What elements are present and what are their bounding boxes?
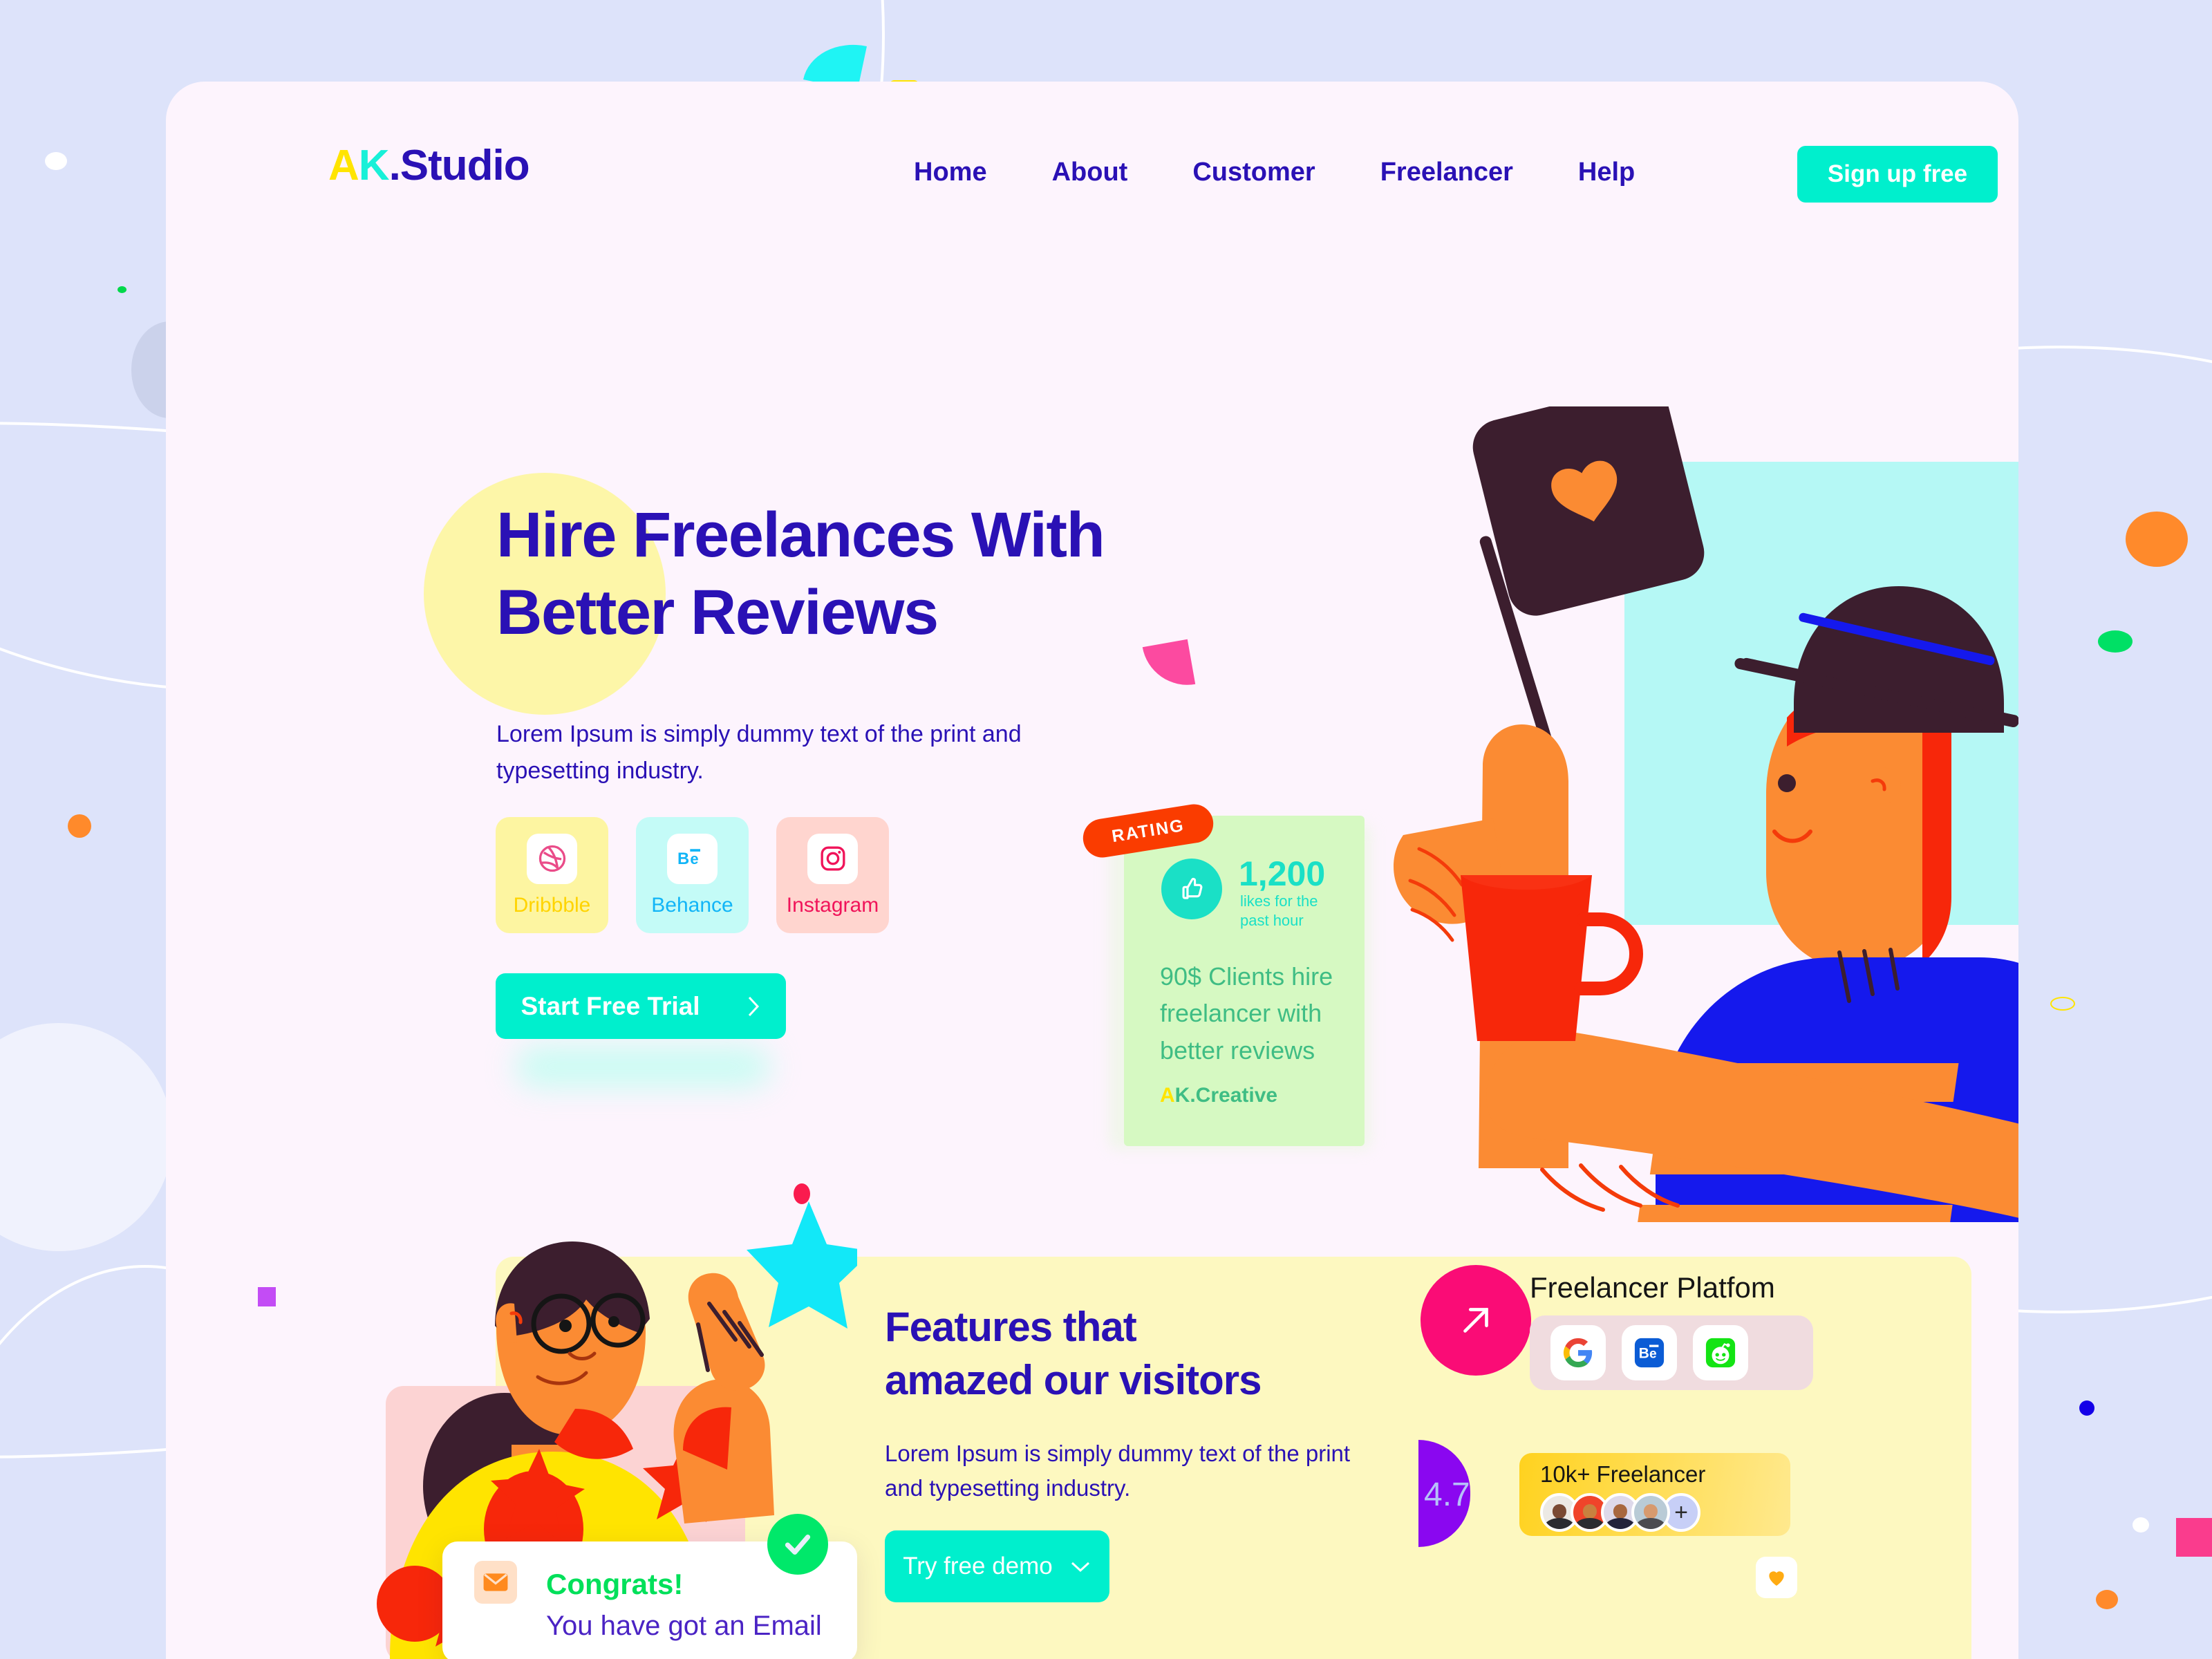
start-free-trial-button[interactable]: Start Free Trial xyxy=(496,973,786,1039)
arrow-up-right-icon xyxy=(1463,1308,1488,1333)
decor-ring-yellow xyxy=(2050,997,2075,1011)
rating-score: 4.7 xyxy=(1424,1477,1470,1513)
hero-title-line2: Better Reviews xyxy=(496,577,939,648)
toast-message: You have got an Email xyxy=(546,1611,822,1641)
logo-letter-a: A xyxy=(328,142,359,189)
social-label-behance: Behance xyxy=(651,893,733,917)
thumbs-up-icon xyxy=(1161,859,1222,919)
reddit-icon[interactable] xyxy=(1693,1325,1748,1380)
rating-body-text: 90$ Clients hire freelancer with better … xyxy=(1160,962,1333,1065)
freelancer-count-label: 10k+ Freelancer xyxy=(1540,1461,1706,1487)
rating-brand-rest: K.Creative xyxy=(1174,1084,1278,1107)
svg-text:e: e xyxy=(1649,1347,1657,1362)
social-label-instagram: Instagram xyxy=(786,893,879,917)
nav-item-about[interactable]: About xyxy=(1020,158,1161,187)
decor-dot-blue xyxy=(2079,1400,2094,1416)
toast-title: Congrats! xyxy=(546,1568,684,1600)
decor-dot-orange-1 xyxy=(68,814,91,838)
svg-text:B: B xyxy=(1639,1346,1649,1362)
likes-caption: likes for the past hour xyxy=(1240,892,1318,929)
behance-icon: B e xyxy=(667,833,718,884)
features-title-line1: Features that xyxy=(885,1304,1137,1350)
rating-card-brand: AK.Creative xyxy=(1160,1084,1277,1107)
platform-title: Freelancer Platfom xyxy=(1530,1271,1775,1304)
social-cards: Dribbble B e Behance Instagram xyxy=(496,817,889,933)
cta-glow xyxy=(515,1046,771,1087)
decor-pink-wedge xyxy=(1142,639,1196,693)
chevron-right-icon xyxy=(748,996,759,1016)
nav-item-customer[interactable]: Customer xyxy=(1160,158,1347,187)
behance-icon[interactable]: B e xyxy=(1622,1325,1677,1380)
decor-pink-wedge-right xyxy=(2176,1518,2212,1557)
decor-dot-green-2 xyxy=(2098,630,2133,653)
decor-dot-orange-3 xyxy=(2096,1590,2118,1609)
dribbble-icon xyxy=(527,833,577,884)
demo-label: Try free demo xyxy=(903,1553,1053,1580)
signup-button[interactable]: Sign up free xyxy=(1797,146,1998,203)
envelope-icon xyxy=(474,1561,517,1604)
social-card-behance[interactable]: B e Behance xyxy=(636,817,749,933)
hero-subtitle: Lorem Ipsum is simply dummy text of the … xyxy=(496,721,1022,784)
nav-item-help[interactable]: Help xyxy=(1546,158,1667,187)
decor-dot-white-2 xyxy=(2133,1517,2149,1533)
google-icon[interactable] xyxy=(1550,1325,1606,1380)
check-icon xyxy=(767,1514,828,1575)
decor-dot-crimson xyxy=(794,1183,810,1204)
features-title: Features that amazed our visitors xyxy=(885,1301,1459,1407)
hero-title-line1: Hire Freelances With xyxy=(496,500,1105,570)
platform-icon-tray: B e xyxy=(1530,1315,1813,1390)
cta-label: Start Free Trial xyxy=(521,991,700,1020)
chevron-down-icon xyxy=(1071,1562,1089,1573)
decor-square-purple xyxy=(258,1287,276,1306)
social-card-dribbble[interactable]: Dribbble xyxy=(496,817,608,933)
decor-dot-green-1 xyxy=(118,286,126,293)
instagram-icon xyxy=(807,833,858,884)
logo-suffix: .Studio xyxy=(388,142,530,189)
logo-letter-k: K xyxy=(358,142,390,189)
nav-links: Home About Customer Freelancer Help xyxy=(881,158,1667,187)
svg-text:B: B xyxy=(677,850,689,868)
social-card-instagram[interactable]: Instagram xyxy=(776,817,889,933)
hero-title: Hire Freelances With Better Reviews xyxy=(496,496,1395,651)
avatar[interactable] xyxy=(1631,1493,1670,1532)
heart-icon xyxy=(1756,1557,1797,1598)
avatar-group: + xyxy=(1540,1493,1700,1532)
nav-item-freelancer[interactable]: Freelancer xyxy=(1348,158,1546,187)
hero-illustration xyxy=(1379,406,2018,1222)
features-subtitle: Lorem Ipsum is simply dummy text of the … xyxy=(885,1441,1351,1501)
social-label-dribbble: Dribbble xyxy=(513,893,591,917)
nav-item-home[interactable]: Home xyxy=(881,158,1020,187)
decor-dot-orange-2 xyxy=(2126,512,2188,567)
features-title-line2: amazed our visitors xyxy=(885,1356,1262,1403)
top-navigation: AK.Studio Home About Customer Freelancer… xyxy=(166,82,2018,282)
try-free-demo-button[interactable]: Try free demo xyxy=(885,1530,1109,1602)
svg-text:e: e xyxy=(690,850,698,868)
likes-count: 1,200 xyxy=(1239,854,1326,893)
brand-logo[interactable]: AK.Studio xyxy=(328,141,530,190)
decor-dot-white-1 xyxy=(45,152,67,170)
rating-brand-a: A xyxy=(1160,1084,1175,1107)
platform-arrow-button[interactable] xyxy=(1421,1265,1531,1376)
